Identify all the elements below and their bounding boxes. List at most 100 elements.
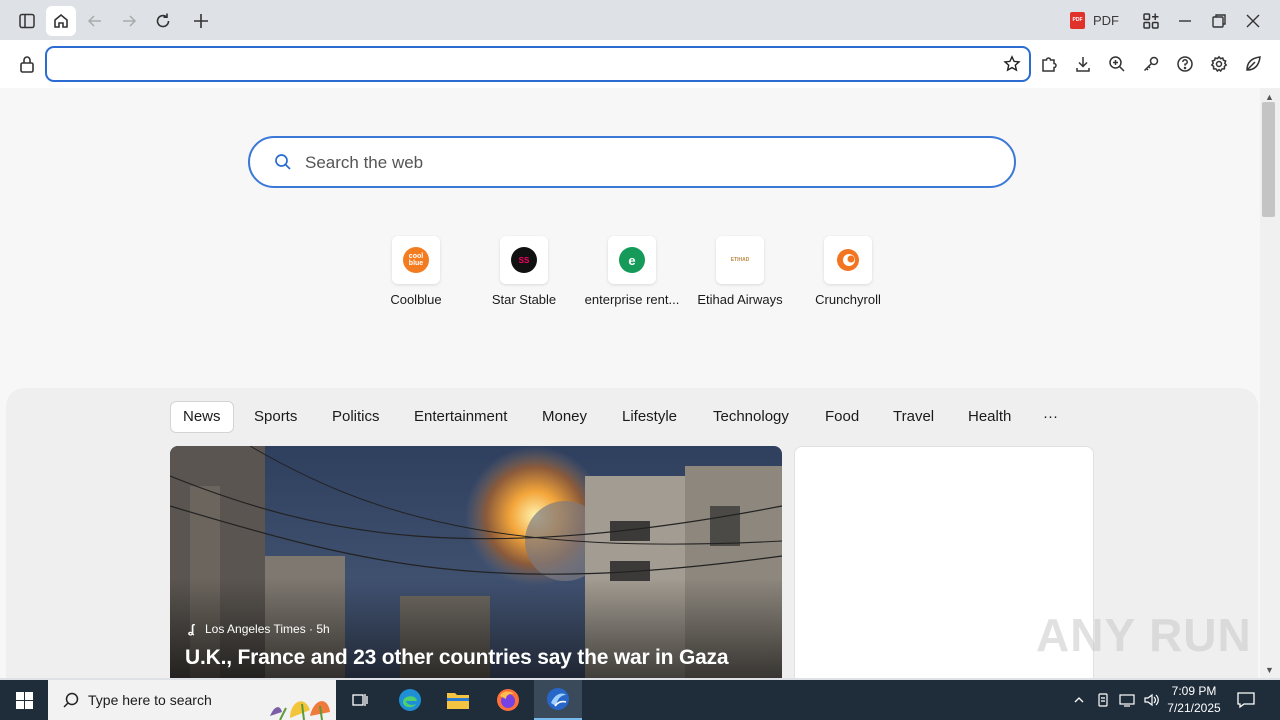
tile-label: Crunchyroll bbox=[815, 292, 881, 307]
tile-icon-box: SS bbox=[500, 236, 548, 284]
sidebar-toggle-button[interactable] bbox=[12, 6, 42, 36]
tile-label: Etihad Airways bbox=[697, 292, 783, 307]
tulip-decoration-icon bbox=[270, 701, 330, 720]
zoom-icon bbox=[1109, 56, 1125, 72]
enterprise-logo-icon: e bbox=[619, 247, 645, 273]
download-icon bbox=[1076, 57, 1090, 72]
forward-button[interactable] bbox=[114, 6, 144, 36]
new-tab-button[interactable] bbox=[186, 6, 216, 36]
reload-button[interactable] bbox=[148, 6, 178, 36]
pdf-icon: PDF bbox=[1070, 11, 1085, 29]
edge-icon bbox=[399, 689, 421, 711]
help-icon bbox=[1177, 56, 1193, 72]
minimize-button[interactable] bbox=[1170, 6, 1200, 36]
more-tabs-button[interactable]: ··· bbox=[1031, 401, 1070, 433]
new-tab-page: Search the web cool blue Coolblue SS Sta… bbox=[0, 88, 1260, 678]
hero-source[interactable]: ʆ Los Angeles Times · 5h bbox=[188, 622, 330, 636]
apps-icon bbox=[1143, 13, 1159, 29]
hero-source-label: Los Angeles Times · 5h bbox=[205, 622, 330, 636]
search-input[interactable]: Search the web bbox=[305, 153, 423, 173]
edge-taskbar-button[interactable] bbox=[386, 680, 434, 720]
lock-icon[interactable] bbox=[17, 54, 37, 74]
taskbar-search-input[interactable]: Type here to search bbox=[88, 692, 212, 708]
file-explorer-button[interactable] bbox=[434, 680, 482, 720]
tab-news[interactable]: News bbox=[170, 401, 234, 433]
tile-enterprise[interactable]: e enterprise rent... bbox=[585, 236, 679, 316]
back-button[interactable] bbox=[80, 6, 110, 36]
tab-bar: PDF PDF bbox=[0, 0, 1280, 40]
star-icon[interactable] bbox=[1003, 55, 1021, 73]
address-bar[interactable] bbox=[45, 46, 1031, 82]
taskbar-search[interactable]: Type here to search bbox=[48, 680, 336, 720]
home-icon bbox=[54, 13, 68, 28]
task-view-button[interactable] bbox=[336, 680, 384, 720]
passwords-button[interactable] bbox=[1140, 53, 1162, 75]
extensions-button[interactable] bbox=[1038, 53, 1060, 75]
reload-icon bbox=[156, 13, 170, 28]
tab-travel[interactable]: Travel bbox=[881, 401, 946, 433]
tab-food[interactable]: Food bbox=[813, 401, 871, 433]
etihad-logo-icon: ETIHAD bbox=[730, 256, 750, 263]
scroll-up-icon[interactable]: ▲ bbox=[1265, 92, 1274, 102]
settings-icon bbox=[1210, 55, 1228, 73]
search-icon bbox=[275, 154, 291, 170]
home-tab[interactable] bbox=[46, 6, 76, 36]
leaf-icon bbox=[1246, 56, 1261, 71]
tab-sports[interactable]: Sports bbox=[242, 401, 309, 433]
tab-entertainment[interactable]: Entertainment bbox=[402, 401, 519, 433]
clock-time: 7:09 PM bbox=[1171, 684, 1217, 698]
tab-health[interactable]: Health bbox=[956, 401, 1023, 433]
browser-taskbar-button[interactable] bbox=[534, 680, 582, 720]
tile-star-stable[interactable]: SS Star Stable bbox=[478, 236, 570, 316]
forward-icon bbox=[123, 15, 137, 27]
network-icon[interactable] bbox=[1118, 691, 1136, 709]
scroll-down-icon[interactable]: ▼ bbox=[1265, 665, 1274, 675]
quick-links: cool blue Coolblue SS Star Stable e ente… bbox=[370, 236, 910, 316]
tray-chevron-icon[interactable] bbox=[1070, 691, 1088, 709]
address-row bbox=[0, 40, 1280, 88]
search-box[interactable]: Search the web bbox=[248, 136, 1016, 188]
zoom-button[interactable] bbox=[1106, 53, 1128, 75]
scroll-thumb[interactable] bbox=[1262, 102, 1275, 217]
vertical-scrollbar[interactable]: ▲ ▼ bbox=[1260, 88, 1280, 678]
file-explorer-icon bbox=[447, 693, 469, 709]
tile-icon-box: e bbox=[608, 236, 656, 284]
tray-device-icon[interactable] bbox=[1094, 691, 1112, 709]
clock-date: 7/21/2025 bbox=[1167, 701, 1221, 715]
notification-icon[interactable] bbox=[1236, 690, 1256, 710]
key-icon bbox=[1143, 56, 1159, 72]
firefox-button[interactable] bbox=[484, 680, 532, 720]
crunchyroll-logo-icon bbox=[837, 249, 859, 271]
tile-label: Star Stable bbox=[491, 292, 557, 307]
tab-lifestyle[interactable]: Lifestyle bbox=[610, 401, 689, 433]
tile-label: Coolblue bbox=[390, 292, 442, 307]
close-icon bbox=[1246, 14, 1260, 28]
download-button[interactable] bbox=[1072, 53, 1094, 75]
restore-icon bbox=[1212, 14, 1226, 28]
hero-news-card[interactable]: ʆ Los Angeles Times · 5h U.K., France an… bbox=[170, 446, 782, 678]
task-view-icon bbox=[352, 694, 368, 706]
restore-button[interactable] bbox=[1204, 6, 1234, 36]
taskbar: Type here to search 7:09 PM 7/21/2025 bbox=[0, 680, 1280, 720]
help-button[interactable] bbox=[1174, 53, 1196, 75]
settings-button[interactable] bbox=[1208, 53, 1230, 75]
pdf-label: PDF bbox=[1093, 12, 1119, 28]
start-button[interactable] bbox=[0, 680, 48, 720]
close-button[interactable] bbox=[1238, 6, 1268, 36]
volume-icon[interactable] bbox=[1142, 691, 1160, 709]
tile-etihad[interactable]: ETIHAD Etihad Airways bbox=[694, 236, 786, 316]
star-stable-logo-icon: SS bbox=[511, 247, 537, 273]
tab-technology[interactable]: Technology bbox=[701, 401, 801, 433]
sidebar-icon bbox=[19, 13, 35, 29]
tile-coolblue[interactable]: cool blue Coolblue bbox=[370, 236, 462, 316]
hero-image bbox=[170, 446, 782, 678]
tile-crunchyroll[interactable]: Crunchyroll bbox=[802, 236, 894, 316]
tab-money[interactable]: Money bbox=[530, 401, 599, 433]
pdf-button[interactable]: PDF PDF bbox=[1070, 9, 1119, 31]
hero-headline[interactable]: U.K., France and 23 other countries say … bbox=[185, 646, 729, 670]
leaf-button[interactable] bbox=[1242, 53, 1264, 75]
apps-button[interactable] bbox=[1136, 6, 1166, 36]
system-clock[interactable]: 7:09 PM 7/21/2025 bbox=[1162, 683, 1226, 717]
tab-politics[interactable]: Politics bbox=[320, 401, 392, 433]
coolblue-logo-icon: cool blue bbox=[403, 247, 429, 273]
